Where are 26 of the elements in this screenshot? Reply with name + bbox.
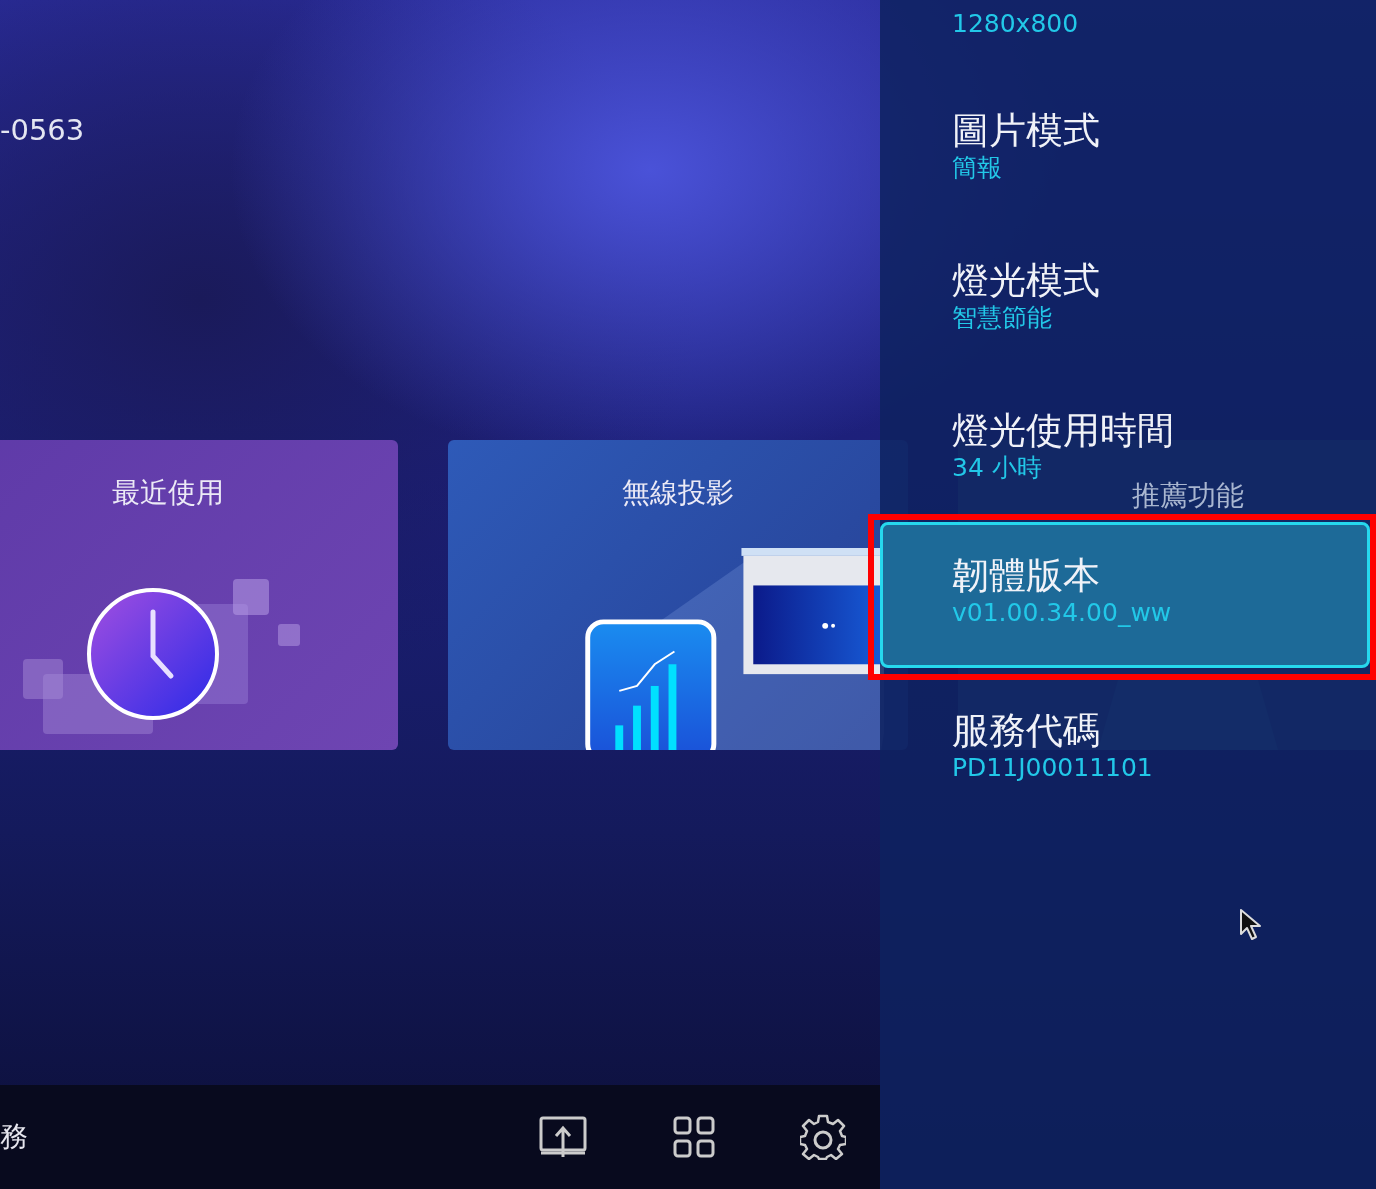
info-item[interactable]: 1280x800: [952, 9, 1079, 39]
info-item[interactable]: 燈光使用時間 34 小時: [952, 409, 1174, 483]
info-value: PD11J00011101: [952, 753, 1153, 783]
device-name: -0563: [0, 112, 85, 148]
tile-title: 推薦功能: [1132, 482, 1244, 510]
info-value: 34 小時: [952, 453, 1042, 483]
settings-icon[interactable]: [800, 1114, 846, 1160]
tile-title: 無線投影: [622, 476, 734, 510]
info-item[interactable]: 燈光模式 智慧節能: [952, 259, 1100, 333]
cursor-icon: [1238, 908, 1264, 942]
info-value: 智慧節能: [952, 303, 1052, 333]
bar-label[interactable]: 務: [0, 1118, 28, 1156]
info-item[interactable]: 服務代碼 PD11J00011101: [952, 709, 1153, 783]
info-label: 燈光模式: [952, 259, 1100, 303]
info-label: 服務代碼: [952, 709, 1100, 753]
info-value: 簡報: [952, 153, 1002, 183]
app-tile[interactable]: 最近使用: [0, 440, 398, 750]
info-label: 圖片模式: [952, 109, 1100, 153]
info-item[interactable]: 韌體版本 v01.00.34.00_ww: [880, 522, 1370, 668]
info-label: 燈光使用時間: [952, 409, 1174, 453]
tile-title: 最近使用: [112, 476, 224, 510]
screen-upload-icon[interactable]: [538, 1115, 588, 1159]
info-value: v01.00.34.00_ww: [952, 598, 1172, 628]
apps-grid-icon[interactable]: [672, 1115, 716, 1159]
info-item[interactable]: 圖片模式 簡報: [952, 109, 1100, 183]
info-label: 韌體版本: [952, 554, 1100, 598]
